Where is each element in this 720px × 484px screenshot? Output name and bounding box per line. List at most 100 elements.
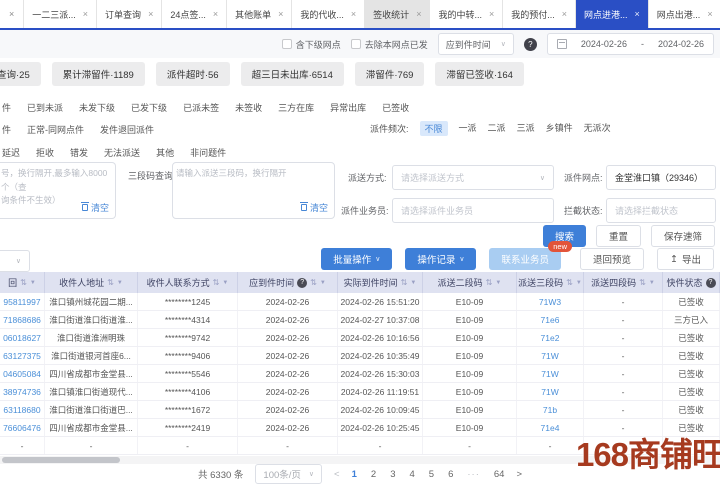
operation-record-button[interactable]: 操作记录 ∨ [405,248,476,270]
cell-link[interactable]: 71b [517,401,584,418]
column-header[interactable]: 收件人地址⇅▼ [45,272,138,293]
column-header[interactable]: 收件人联系方式⇅▼ [138,272,238,293]
stat-chip-0[interactable]: 查询·25 [0,62,41,86]
filter-option[interactable]: 未发下级 [79,101,115,114]
export-button[interactable]: ↥ 导出 [657,248,714,270]
stat-chip-4[interactable]: 滞留件·769 [355,62,425,86]
clear-segment-button[interactable]: 清空 [301,201,328,214]
page-number[interactable]: 2 [371,469,376,480]
cell-link[interactable]: 76606476 [0,419,45,436]
filter-icon[interactable]: ▼ [222,280,228,286]
tab-item-6[interactable]: 我的中转...× [430,0,503,28]
column-header[interactable]: 应到件时间?⇅▼ [238,272,338,293]
stat-chip-1[interactable]: 累计滞留件·1189 [52,62,145,86]
filter-option[interactable]: 其他 [156,146,174,159]
return-preview-button[interactable]: 退回预览 [580,248,644,270]
filter-icon[interactable]: ▼ [649,280,655,286]
contact-courier-button[interactable]: 联系业务员 new [489,248,561,270]
page-number[interactable]: 3 [390,469,395,480]
cell-link[interactable]: 38974736 [0,383,45,400]
page-size-select[interactable]: 100条/页 ∨ [255,464,322,484]
remove-sent-checkbox[interactable]: 去除本网点已发 [351,38,428,51]
column-header[interactable]: 派送二段码⇅▼ [423,272,517,293]
filter-option[interactable]: 件 [2,101,11,114]
filter-option[interactable]: 已派未签 [183,101,219,114]
cell-link[interactable]: 71e2 [517,329,584,346]
close-icon[interactable]: × [707,9,712,19]
close-icon[interactable]: × [635,9,640,19]
filter-option[interactable]: 拒收 [36,146,54,159]
filter-option[interactable]: 件 [2,123,11,136]
filter-option[interactable]: 已发下级 [131,101,167,114]
waybill-textarea[interactable]: 号，换行隔开,最多输入8000个（查 询条件不生效） 清空 [0,162,116,219]
frequency-option[interactable]: 一派 [459,121,477,136]
page-number[interactable]: 5 [429,469,434,480]
cell-link[interactable]: 06018627 [0,329,45,346]
close-icon[interactable]: × [213,9,218,19]
tab-item-8[interactable]: 网点进港...× [576,0,649,28]
stat-chip-2[interactable]: 派件超时·56 [156,62,230,86]
frequency-option[interactable]: 三派 [517,121,535,136]
column-header[interactable]: 派送三段码⇅▼ [517,272,584,293]
tab-item-3[interactable]: 其他账单× [227,0,292,28]
page-number[interactable]: 6 [448,469,453,480]
close-icon[interactable]: × [278,9,283,19]
include-sub-outlets-checkbox[interactable]: 含下级网点 [282,38,341,51]
cell-link[interactable]: 71W3 [517,293,584,310]
filter-option[interactable]: 无法派送 [104,146,140,159]
filter-option[interactable]: 异常出库 [330,101,366,114]
date-range-picker[interactable]: 2024-02-26 - 2024-02-26 [547,33,714,55]
close-icon[interactable]: × [562,9,567,19]
column-header[interactable]: 实际到件时间⇅▼ [338,272,423,293]
frequency-option[interactable]: 不限 [420,121,448,136]
tab-item-7[interactable]: 我的预付...× [503,0,576,28]
column-header[interactable]: 派送四段码⇅▼ [584,272,663,293]
filter-option[interactable]: 延迟 [2,146,20,159]
clear-waybill-button[interactable]: 清空 [82,201,109,214]
dispatch-method-select[interactable]: 请选择派送方式 ∨ [392,165,554,190]
courier-select[interactable]: 请选择派件业务员 [392,198,554,223]
save-filter-button[interactable]: 保存速筛 [651,225,715,247]
filter-option[interactable]: 错发 [70,146,88,159]
cell-link[interactable]: 63118680 [0,401,45,418]
tab-item-5[interactable]: 签收统计× [365,0,430,28]
page-number[interactable]: 64 [494,469,505,480]
help-icon[interactable]: ? [524,38,537,51]
filter-option[interactable]: 已签收 [382,101,409,114]
date-from[interactable]: 2024-02-26 [581,39,627,49]
close-icon[interactable]: × [148,9,153,19]
cell-link[interactable]: 71W [517,383,584,400]
cell-link[interactable]: 71W [517,365,584,382]
filter-option[interactable]: 三方在库 [278,101,314,114]
tab-item-1[interactable]: 订单查询× [97,0,162,28]
sort-icon[interactable]: ⇅ [566,278,573,287]
horizontal-scrollbar-thumb[interactable] [2,457,120,463]
stat-chip-5[interactable]: 滞留已签收·164 [435,62,524,86]
sort-icon[interactable]: ⇅ [310,278,317,287]
sort-icon[interactable]: ⇅ [20,278,27,287]
batch-operations-button[interactable]: 批量操作 ∨ [321,248,392,270]
help-icon[interactable]: ? [297,278,307,288]
reset-button[interactable]: 重置 [596,225,641,247]
intercept-select[interactable]: 请选择拦截状态 [606,198,716,223]
cell-link[interactable]: 63127375 [0,347,45,364]
date-to[interactable]: 2024-02-26 [658,39,704,49]
checkbox-icon[interactable] [282,39,292,49]
left-mini-select[interactable]: ∨ [0,250,30,272]
page-number[interactable]: 4 [409,469,414,480]
filter-icon[interactable]: ▼ [117,280,123,286]
cell-link[interactable]: 95811997 [0,293,45,310]
filter-option[interactable]: 发件退回派件 [100,123,154,136]
sort-icon[interactable]: ⇅ [401,278,408,287]
time-type-select[interactable]: 应到件时间 ∨ [438,33,514,55]
next-page-button[interactable]: > [516,469,522,480]
sort-icon[interactable]: ⇅ [107,278,114,287]
frequency-option[interactable]: 乡镇件 [546,121,573,136]
outlet-input[interactable]: 金堂淮口镇（29346） [606,165,716,190]
tab-item-4[interactable]: 我的代收...× [292,0,365,28]
sort-icon[interactable]: ⇅ [486,278,493,287]
close-icon[interactable]: × [0,0,24,28]
cell-link[interactable]: 71W [517,347,584,364]
frequency-option[interactable]: 无派次 [584,121,611,136]
filter-option[interactable]: 未签收 [235,101,262,114]
